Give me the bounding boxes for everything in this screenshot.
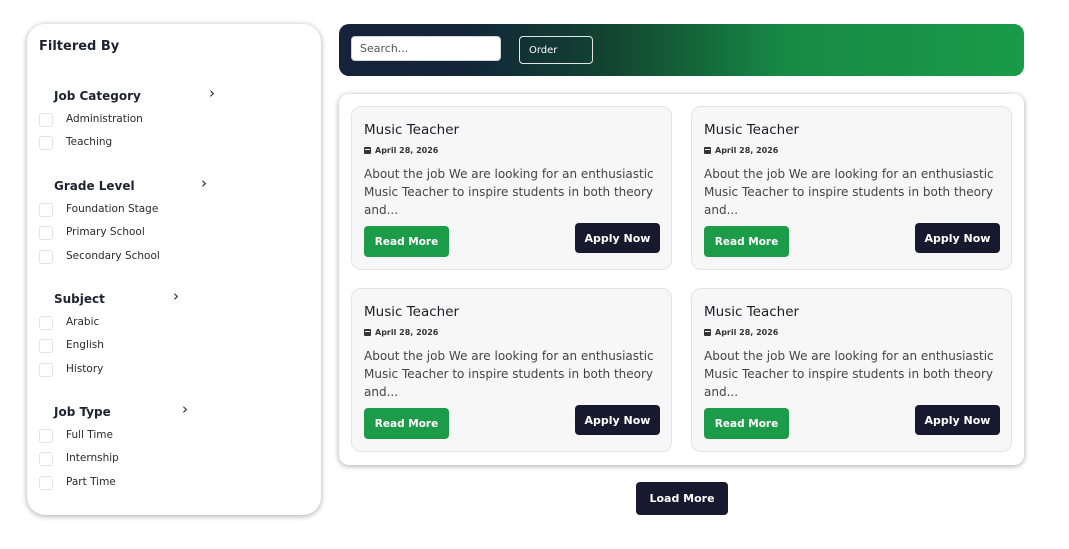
- job-title: Music Teacher: [364, 304, 460, 320]
- filter-heading-grade-level[interactable]: Grade Level: [54, 179, 135, 193]
- order-button[interactable]: Order: [519, 36, 593, 64]
- job-listings-panel: Music Teacher April 28, 2026 About the j…: [339, 94, 1024, 465]
- checkbox[interactable]: [39, 316, 53, 330]
- job-date: April 28, 2026: [704, 328, 778, 337]
- apply-now-button[interactable]: Apply Now: [575, 405, 660, 435]
- chevron-right-icon[interactable]: ›: [173, 287, 179, 305]
- chevron-right-icon[interactable]: ›: [201, 174, 207, 192]
- job-description: About the job We are looking for an enth…: [704, 167, 994, 217]
- checkbox[interactable]: [39, 339, 53, 353]
- job-date: April 28, 2026: [704, 146, 778, 155]
- checkbox[interactable]: [39, 363, 53, 377]
- job-date: April 28, 2026: [364, 146, 438, 155]
- apply-now-button[interactable]: Apply Now: [915, 223, 1000, 253]
- job-card: Music Teacher April 28, 2026 About the j…: [691, 106, 1012, 270]
- job-title: Music Teacher: [364, 122, 460, 138]
- read-more-button[interactable]: Read More: [704, 408, 789, 439]
- read-more-button[interactable]: Read More: [364, 408, 449, 439]
- job-description: About the job We are looking for an enth…: [364, 167, 654, 217]
- calendar-icon: [704, 147, 711, 154]
- filter-heading-subject[interactable]: Subject: [54, 292, 105, 306]
- filter-sidebar: Filtered By Job Category › Administratio…: [27, 24, 321, 515]
- calendar-icon: [364, 147, 371, 154]
- job-card: Music Teacher April 28, 2026 About the j…: [351, 106, 672, 270]
- checkbox[interactable]: [39, 113, 53, 127]
- job-card: Music Teacher April 28, 2026 About the j…: [351, 288, 672, 452]
- chevron-right-icon[interactable]: ›: [182, 400, 188, 418]
- filter-heading-job-category[interactable]: Job Category: [54, 89, 141, 103]
- checkbox[interactable]: [39, 452, 53, 466]
- search-input[interactable]: [351, 36, 501, 61]
- checkbox[interactable]: [39, 226, 53, 240]
- filter-title: Filtered By: [39, 39, 120, 54]
- checkbox[interactable]: [39, 250, 53, 264]
- job-description: About the job We are looking for an enth…: [704, 349, 994, 399]
- read-more-button[interactable]: Read More: [364, 226, 449, 257]
- filter-heading-job-type[interactable]: Job Type: [54, 405, 111, 419]
- apply-now-button[interactable]: Apply Now: [915, 405, 1000, 435]
- read-more-button[interactable]: Read More: [704, 226, 789, 257]
- checkbox[interactable]: [39, 429, 53, 443]
- load-more-button[interactable]: Load More: [636, 482, 728, 515]
- apply-now-button[interactable]: Apply Now: [575, 223, 660, 253]
- calendar-icon: [704, 329, 711, 336]
- checkbox[interactable]: [39, 476, 53, 490]
- search-toolbar: Order: [339, 24, 1024, 76]
- chevron-right-icon[interactable]: ›: [209, 84, 215, 102]
- job-title: Music Teacher: [704, 304, 800, 320]
- job-description: About the job We are looking for an enth…: [364, 349, 654, 399]
- job-card: Music Teacher April 28, 2026 About the j…: [691, 288, 1012, 452]
- checkbox[interactable]: [39, 136, 53, 150]
- job-title: Music Teacher: [704, 122, 800, 138]
- job-date: April 28, 2026: [364, 328, 438, 337]
- checkbox[interactable]: [39, 203, 53, 217]
- calendar-icon: [364, 329, 371, 336]
